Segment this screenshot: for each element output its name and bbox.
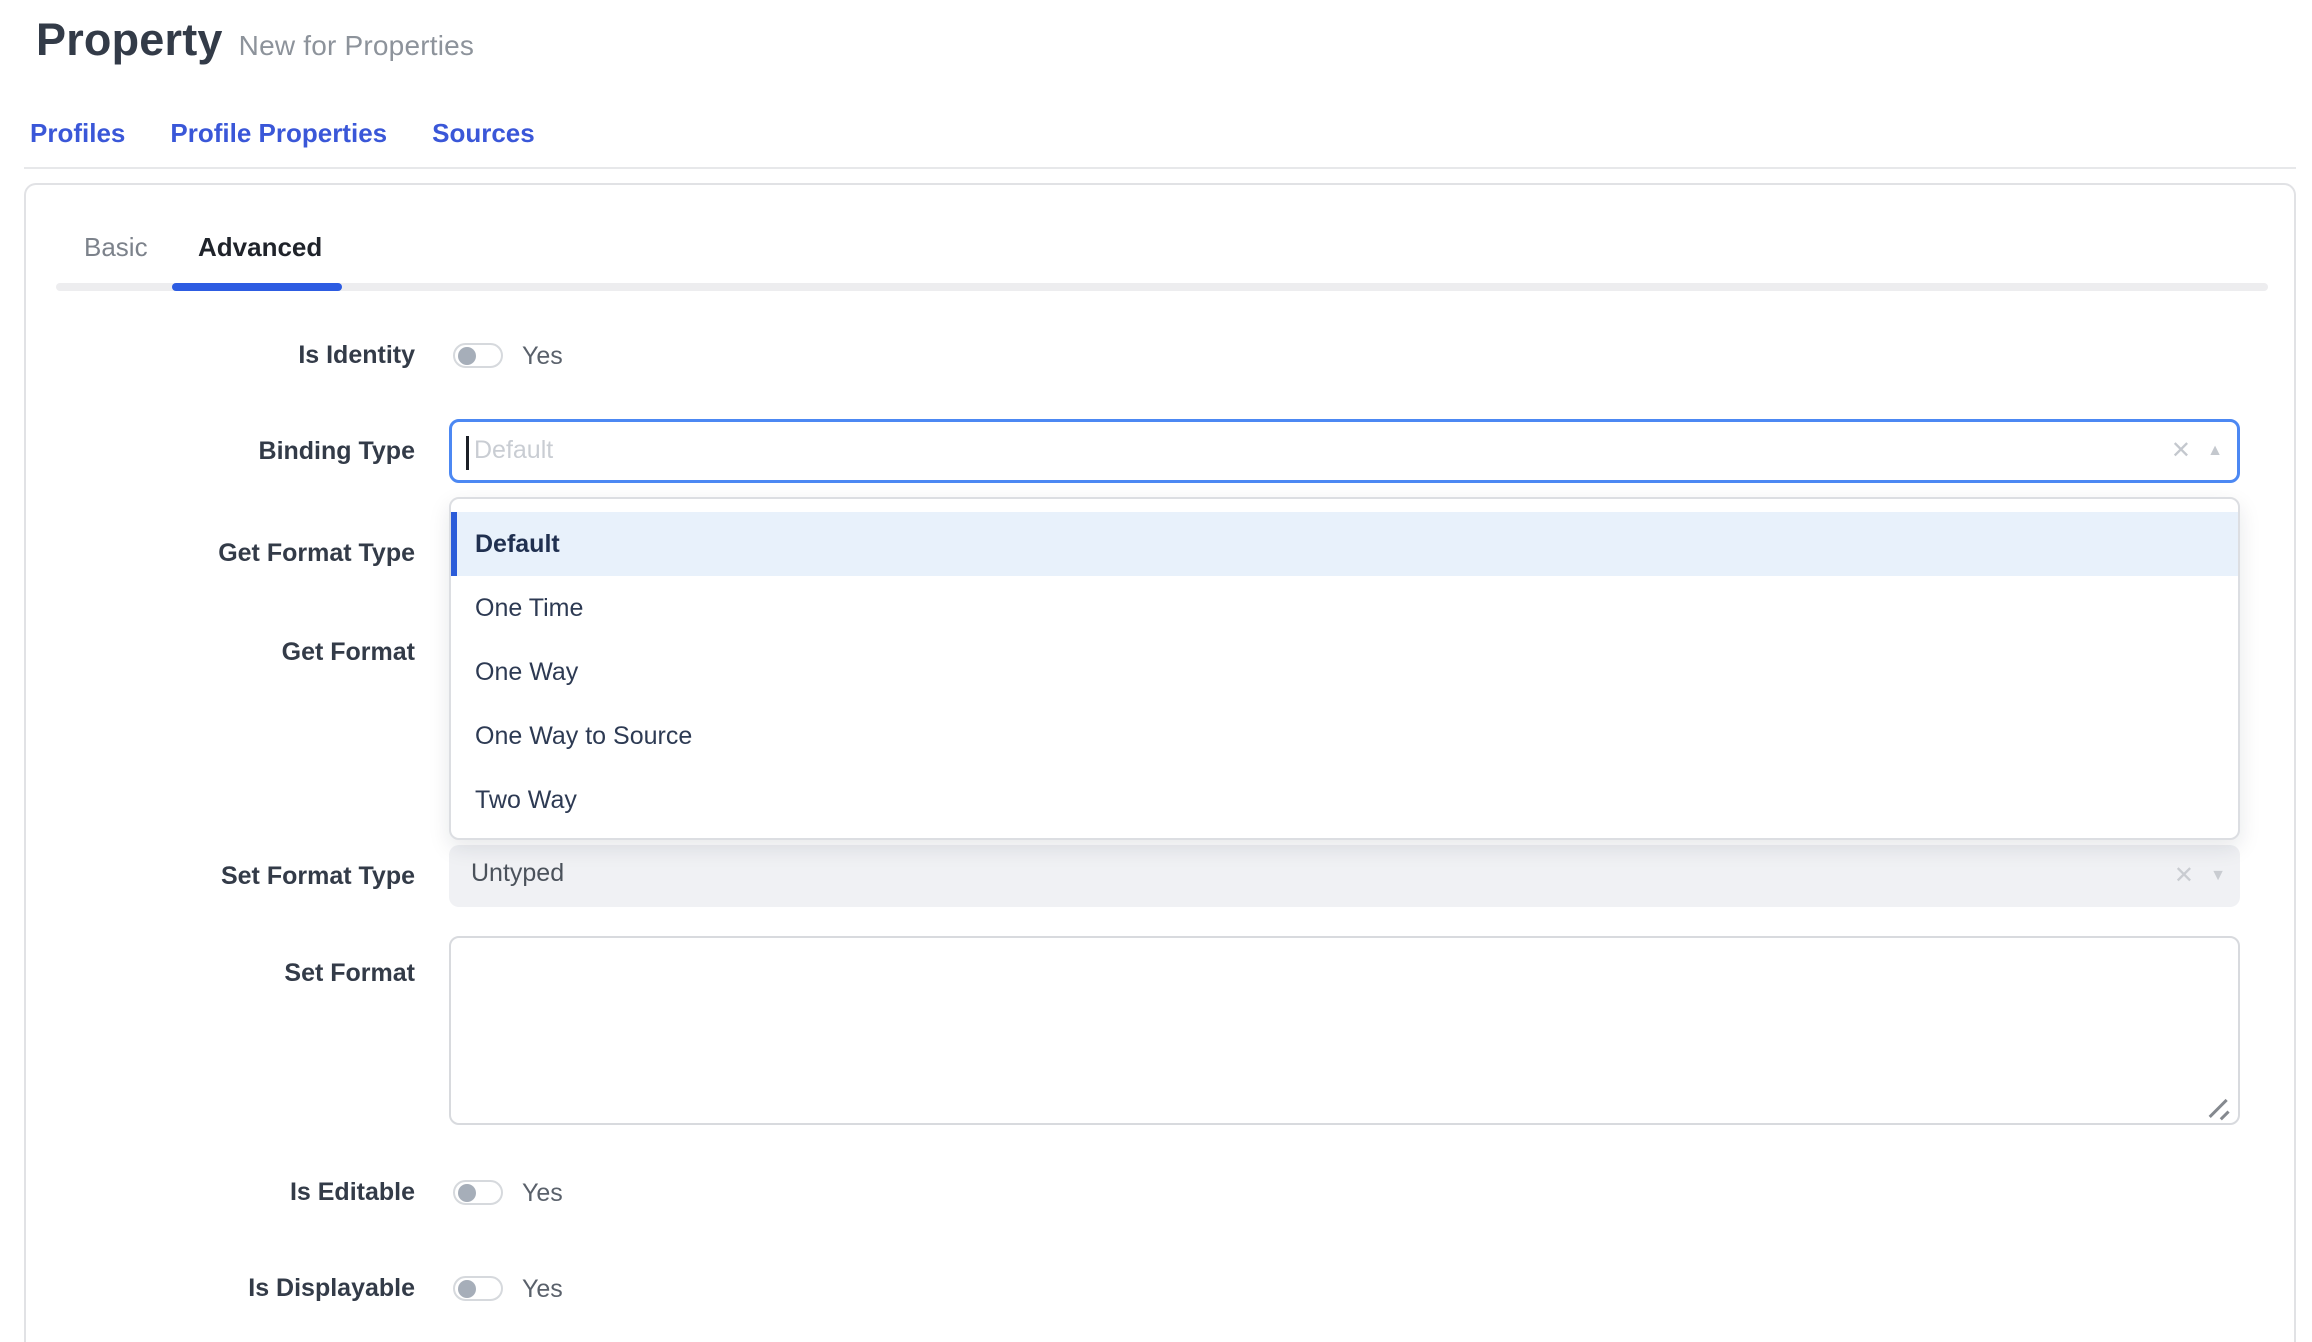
is-editable-toggle-text: Yes xyxy=(522,1178,563,1208)
page: Property New for Properties Profiles Prof… xyxy=(0,0,2312,1342)
is-identity-toggle-text: Yes xyxy=(522,341,563,371)
binding-type-dropdown: Default One Time One Way One Way to Sour… xyxy=(449,497,2240,840)
clear-icon[interactable]: ✕ xyxy=(2174,864,2194,888)
is-displayable-toggle-text: Yes xyxy=(522,1274,563,1304)
page-title: Property New for Properties xyxy=(36,14,474,66)
chevron-up-icon[interactable]: ▲ xyxy=(2207,443,2223,459)
is-editable-label: Is Editable xyxy=(0,1177,415,1207)
dropdown-option-two-way[interactable]: Two Way xyxy=(451,768,2238,832)
set-format-type-value: Untyped xyxy=(471,859,564,888)
is-editable-toggle[interactable] xyxy=(453,1180,503,1205)
tab-advanced[interactable]: Advanced xyxy=(198,232,322,263)
tab-active-indicator xyxy=(172,283,342,291)
set-format-type-label: Set Format Type xyxy=(0,861,415,891)
page-subtitle: New for Properties xyxy=(239,30,474,61)
nav-link-profiles[interactable]: Profiles xyxy=(30,118,125,149)
nav-link-sources[interactable]: Sources xyxy=(432,118,535,149)
text-caret xyxy=(466,436,469,470)
get-format-type-label: Get Format Type xyxy=(0,538,415,568)
dropdown-option-one-time[interactable]: One Time xyxy=(451,576,2238,640)
resize-grip-icon[interactable] xyxy=(2204,1094,2230,1120)
binding-type-label: Binding Type xyxy=(0,436,415,466)
set-format-label: Set Format xyxy=(0,958,415,988)
dropdown-option-one-way[interactable]: One Way xyxy=(451,640,2238,704)
get-format-label: Get Format xyxy=(0,637,415,667)
dropdown-option-default[interactable]: Default xyxy=(451,512,2238,576)
toggle-knob-icon xyxy=(458,1280,476,1298)
binding-type-placeholder: Default xyxy=(474,436,553,465)
is-displayable-toggle[interactable] xyxy=(453,1276,503,1301)
is-identity-toggle[interactable] xyxy=(453,343,503,368)
nav-link-profile-properties[interactable]: Profile Properties xyxy=(170,118,387,149)
page-title-text: Property xyxy=(36,14,223,65)
toggle-knob-icon xyxy=(458,347,476,365)
is-identity-label: Is Identity xyxy=(0,340,415,370)
set-format-textarea[interactable] xyxy=(449,936,2240,1125)
clear-icon[interactable]: ✕ xyxy=(2171,439,2191,463)
is-displayable-label: Is Displayable xyxy=(0,1273,415,1303)
header-divider xyxy=(24,167,2296,169)
tab-basic[interactable]: Basic xyxy=(84,232,148,263)
toggle-knob-icon xyxy=(458,1184,476,1202)
tab-track xyxy=(56,283,2268,291)
dropdown-option-one-way-to-source[interactable]: One Way to Source xyxy=(451,704,2238,768)
set-format-type-select[interactable]: Untyped ✕ ▼ xyxy=(449,845,2240,907)
chevron-down-icon[interactable]: ▼ xyxy=(2210,868,2226,884)
binding-type-combobox[interactable]: Default ✕ ▲ xyxy=(449,419,2240,483)
breadcrumb-nav: Profiles Profile Properties Sources xyxy=(30,118,535,149)
